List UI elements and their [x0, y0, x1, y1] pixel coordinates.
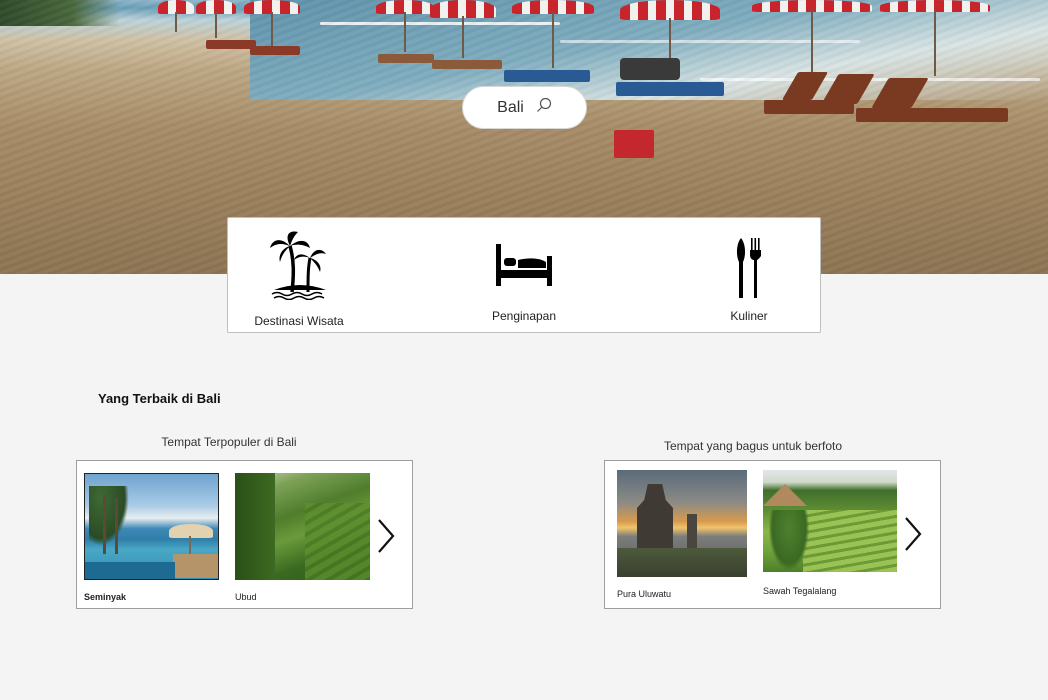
beach-lounger [504, 70, 590, 82]
beach-lounger [616, 82, 724, 96]
thumb-caption: Pura Uluwatu [617, 589, 672, 599]
beach-umbrella [158, 0, 194, 32]
section-title: Yang Terbaik di Bali [98, 391, 221, 406]
beach-lounger [250, 46, 300, 55]
thumb-caption: Seminyak [84, 592, 127, 602]
carousel-next-button[interactable] [375, 516, 399, 556]
beach-lounger [206, 40, 256, 49]
beach-lounger [856, 108, 1008, 122]
thumb-caption: Sawah Tegalalang [763, 586, 837, 596]
category-label: Penginapan [491, 309, 557, 323]
category-label: Kuliner [730, 309, 768, 323]
beach-umbrella [512, 0, 594, 68]
beach-umbrella [244, 0, 300, 46]
search-icon[interactable] [536, 97, 552, 118]
category-card: Destinasi Wisata Penginapan Kuliner [227, 217, 821, 333]
carousel-title: Tempat yang bagus untuk berfoto [663, 439, 843, 453]
beach-umbrella [430, 0, 496, 58]
category-label: Destinasi Wisata [254, 314, 344, 328]
beach-umbrella [752, 0, 872, 74]
beach-umbrella [620, 0, 720, 62]
thumb-pura-uluwatu[interactable] [617, 470, 747, 577]
carousel-photo-spots: Pura Uluwatu Sawah Tegalalang [604, 460, 941, 609]
carousel-popular: Seminyak Ubud [76, 460, 413, 609]
carousel-title: Tempat Terpopuler di Bali [161, 435, 297, 449]
beach-bag [620, 58, 680, 80]
carousel-next-button[interactable] [902, 514, 926, 554]
category-destinasi-wisata[interactable]: Destinasi Wisata [242, 218, 356, 334]
thumb-ubud[interactable] [235, 473, 370, 580]
beach-umbrella [880, 0, 990, 76]
beach-umbrella [376, 0, 434, 52]
beach-umbrella [196, 0, 236, 38]
red-cooler-box [614, 130, 654, 158]
category-penginapan[interactable]: Penginapan [468, 218, 580, 334]
chevron-right-icon [902, 517, 926, 558]
category-kuliner[interactable]: Kuliner [694, 218, 804, 334]
search-bar[interactable]: Bali [462, 86, 587, 129]
thumb-caption: Ubud [235, 592, 257, 602]
thumb-seminyak[interactable] [84, 473, 219, 580]
search-input[interactable]: Bali [497, 99, 524, 117]
beach-lounger [432, 60, 502, 69]
beach-lounger [378, 54, 434, 63]
chevron-right-icon [375, 519, 399, 560]
thumb-sawah-tegalalang[interactable] [763, 470, 897, 572]
